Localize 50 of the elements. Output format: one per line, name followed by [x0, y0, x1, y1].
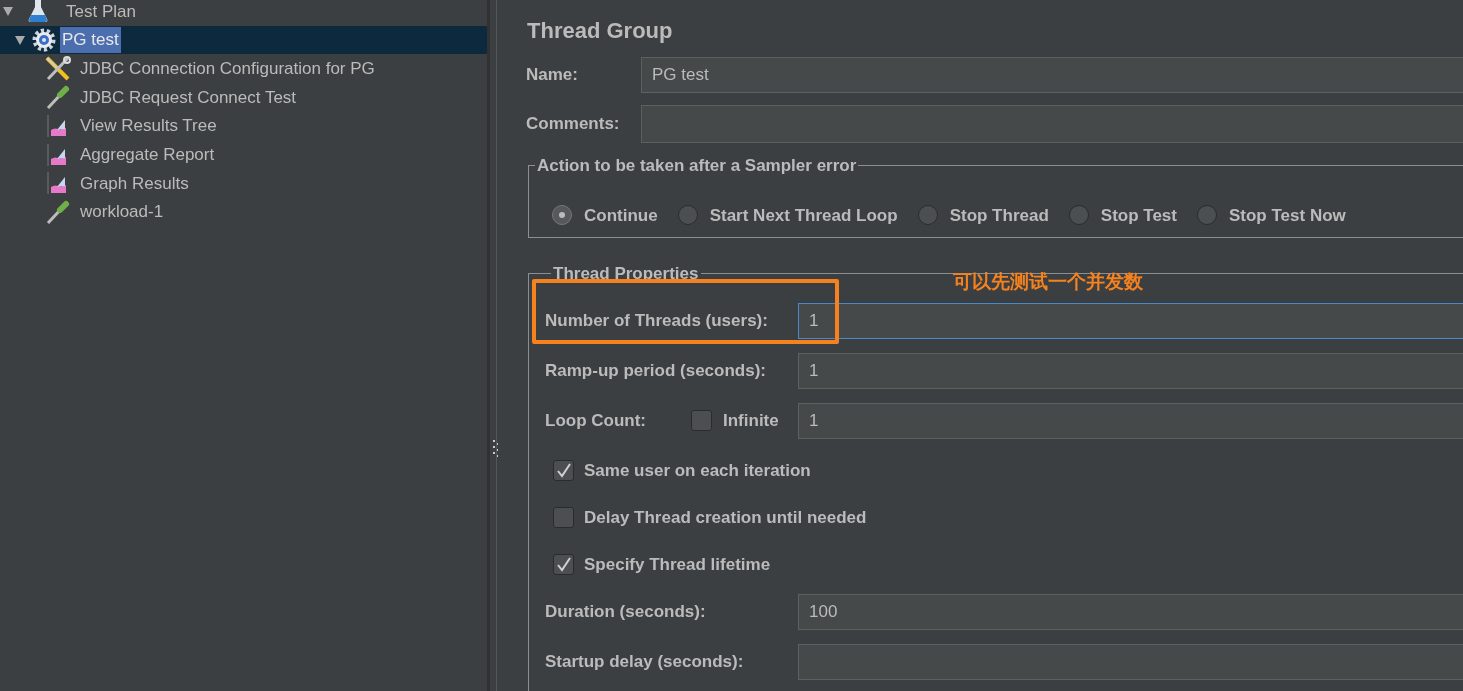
radio-button[interactable]	[917, 205, 938, 226]
tree-item[interactable]: Graph Results	[78, 170, 191, 197]
radio-button[interactable]	[552, 205, 572, 226]
annotation-text: 可以先测试一个并发数	[953, 270, 1143, 294]
radio-button[interactable]	[1197, 205, 1217, 226]
radio-label: Stop Test	[1100, 204, 1177, 227]
field-label: Ramp-up period (seconds):	[545, 359, 767, 382]
checkbox[interactable]	[553, 554, 574, 575]
input-field[interactable]: 1	[798, 352, 1463, 389]
checkbox-label: Specify Thread lifetime	[584, 553, 771, 576]
field-label: Loop Count:	[545, 409, 647, 432]
checkbox-label: Delay Thread creation until needed	[584, 506, 867, 529]
field-label: Name:	[526, 64, 579, 87]
input-field[interactable]	[798, 643, 1463, 680]
radio-label: Stop Test Now	[1229, 204, 1346, 227]
tree-item[interactable]: Aggregate Report	[78, 142, 217, 168]
radio-label: Start Next Thread Loop	[709, 204, 898, 227]
splitter-handle-icon[interactable]	[493, 440, 499, 460]
field-label: Number of Threads (users):	[545, 309, 769, 332]
radio-label: Stop Thread	[949, 204, 1049, 227]
radio-button[interactable]	[1068, 205, 1089, 226]
tree-item[interactable]: workload-1	[78, 199, 166, 225]
tree-item[interactable]: JDBC Connection Configuration for PG	[78, 55, 377, 82]
radio-label: Continue	[584, 204, 658, 227]
input-field[interactable]: 100	[798, 593, 1463, 630]
tree-item[interactable]: Test Plan	[64, 0, 138, 25]
checkbox-label: Same user on each iteration	[584, 459, 811, 482]
comments-field[interactable]	[641, 105, 1463, 143]
tree-item[interactable]: PG test	[60, 27, 121, 53]
tree-item[interactable]: JDBC Request Connect Test	[78, 84, 299, 111]
checkbox[interactable]	[553, 507, 574, 528]
wrench-screwdriver-icon	[44, 54, 72, 83]
selected-tree-row[interactable]: PG test	[0, 25, 487, 55]
tree-item[interactable]: View Results Tree	[78, 113, 219, 139]
gear-icon	[30, 27, 58, 54]
checkbox[interactable]	[691, 410, 712, 431]
group-title: Action to be taken after a Sampler error	[536, 155, 858, 177]
field-label: Comments:	[526, 113, 621, 136]
radio-button[interactable]	[677, 205, 698, 226]
checkbox-label: Infinite	[723, 409, 779, 432]
checkbox[interactable]	[553, 460, 574, 481]
pipette-icon	[44, 83, 72, 112]
group-title: Thread Properties	[552, 263, 700, 285]
panel-title: Thread Group	[527, 17, 674, 45]
input-field[interactable]: 1	[798, 302, 1463, 339]
field-label: Duration (seconds):	[545, 600, 707, 623]
pipette-icon	[44, 198, 72, 227]
input-field[interactable]: 1	[798, 402, 1463, 439]
field-label: Startup delay (seconds):	[545, 650, 745, 673]
name-field[interactable]: PG test	[641, 57, 1463, 93]
